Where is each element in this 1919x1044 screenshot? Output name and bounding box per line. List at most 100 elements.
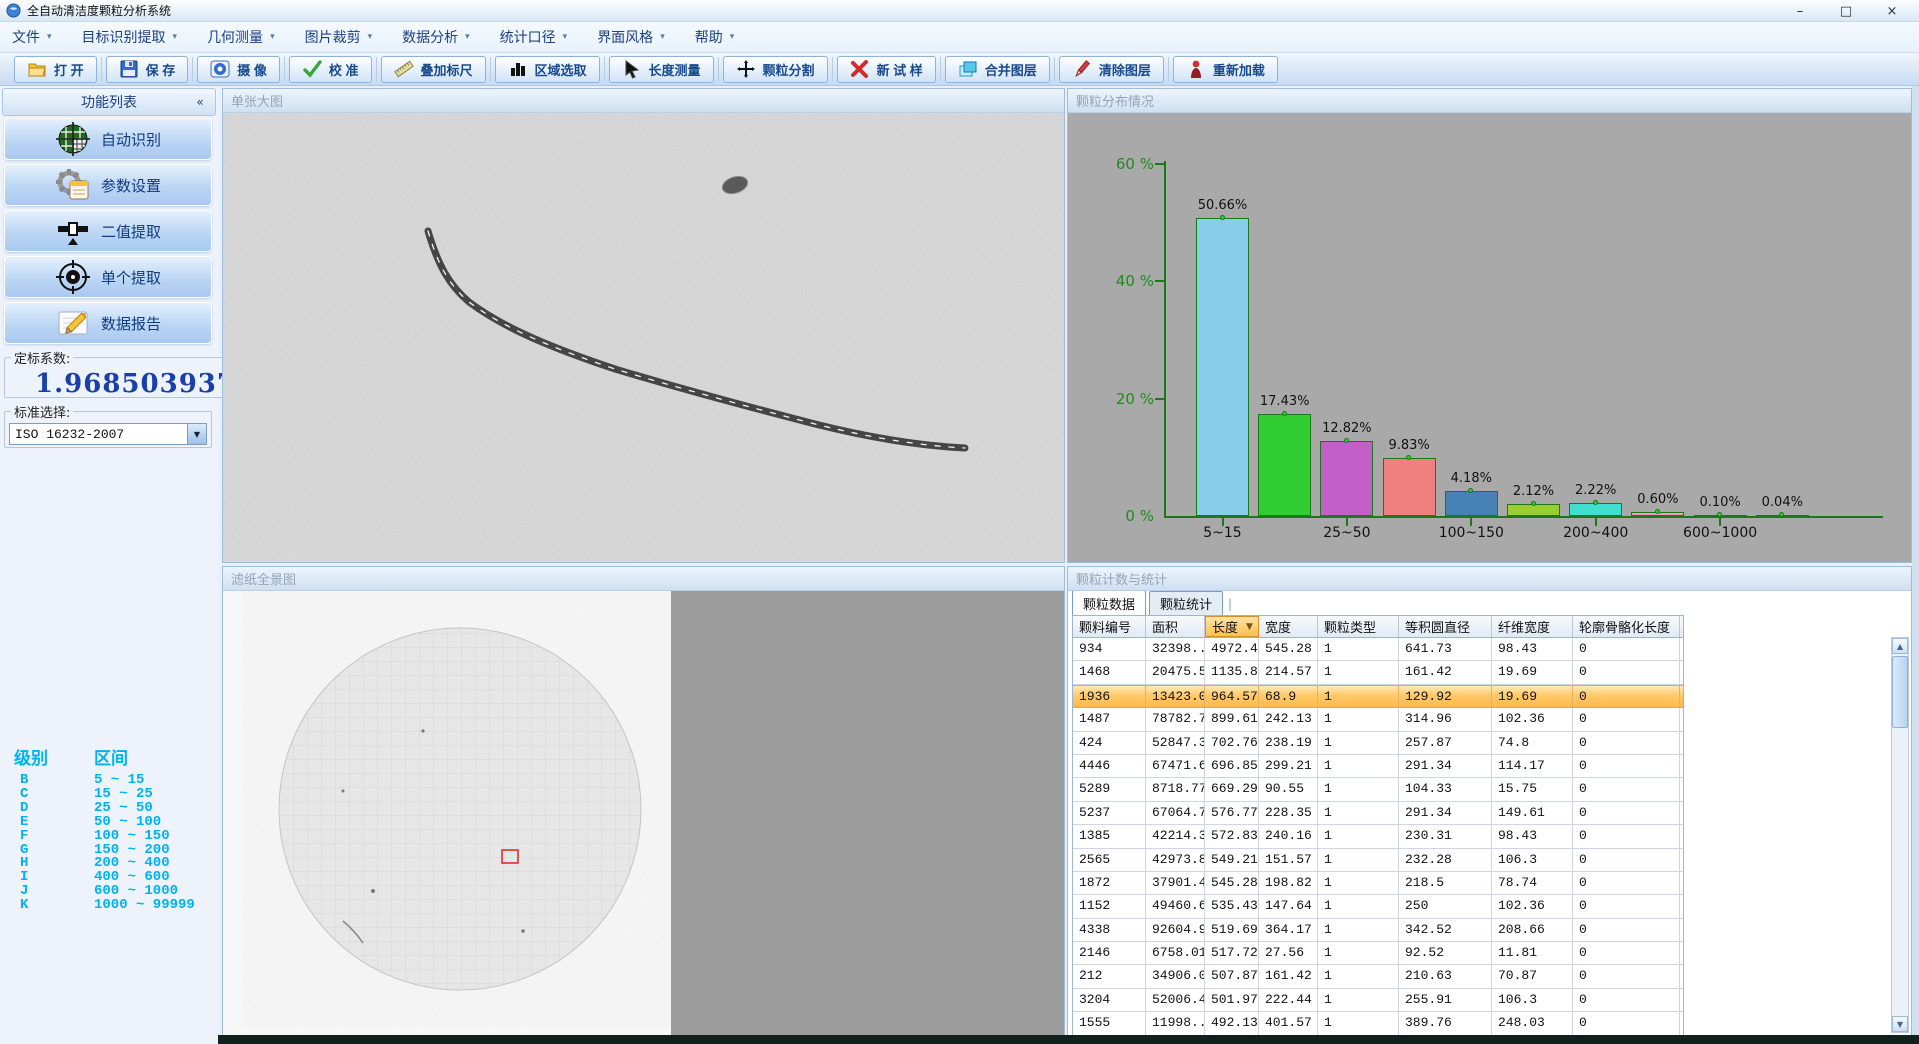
column-header-4[interactable]: 宽度	[1259, 616, 1318, 637]
sidebar-item-label: 参数设置	[101, 175, 161, 196]
sidebar-item-data-report[interactable]: 数据报告	[4, 302, 212, 344]
column-header-7[interactable]: 纤维宽度	[1492, 616, 1573, 637]
tool-button-label: 打 开	[54, 60, 84, 79]
toolbar-separator	[284, 57, 285, 81]
column-header-5[interactable]: 颗粒类型	[1318, 616, 1399, 637]
table-cell: 257.87	[1399, 732, 1492, 754]
bottom-edge-bar	[218, 1035, 1919, 1044]
table-cell: 1	[1318, 849, 1399, 871]
table-row[interactable]: 433892604.94519.69364.171342.52208.660	[1073, 919, 1683, 942]
table-row[interactable]: 155511998...492.13401.571389.76248.030	[1073, 1012, 1683, 1035]
table-row[interactable]: 138542214.33572.83240.161230.3198.430	[1073, 825, 1683, 848]
table-row[interactable]: 187237901.45545.28198.821218.578.740	[1073, 872, 1683, 895]
save-button[interactable]: 保 存	[106, 56, 189, 83]
standard-select[interactable]: ISO 16232-2007 ▼	[9, 423, 207, 445]
column-header-label: 等积圆直径	[1405, 617, 1470, 636]
table-cell: 299.21	[1259, 755, 1318, 777]
stats-tabs: 颗粒数据颗粒统计|	[1072, 593, 1232, 615]
column-header-6[interactable]: 等积圆直径	[1399, 616, 1492, 637]
y-tick-mark	[1155, 163, 1164, 165]
x-tick-label: 200~400	[1541, 525, 1651, 541]
menu-item-target-extract[interactable]: 目标识别提取▾	[82, 27, 178, 47]
table-cell: 27.56	[1259, 942, 1318, 964]
close-button[interactable]: ×	[1869, 0, 1915, 22]
column-header-8[interactable]: 轮廓骨骼化长度	[1573, 616, 1680, 637]
table-cell: 545.28	[1259, 638, 1318, 660]
table-row[interactable]: 444667471.63696.85299.211291.34114.170	[1073, 755, 1683, 778]
chevron-down-icon: ▾	[270, 32, 275, 42]
scroll-up-button[interactable]: ▲	[1892, 638, 1908, 654]
new-sample-button[interactable]: 新 试 样	[837, 56, 936, 83]
table-row[interactable]: 523767064.76576.77228.351291.34149.610	[1073, 802, 1683, 825]
collapse-sidebar-button[interactable]: «	[191, 93, 209, 111]
minimize-button[interactable]: –	[1777, 0, 1823, 22]
table-cell: 1152	[1073, 895, 1146, 917]
region-select-button[interactable]: 区域选取	[495, 56, 600, 83]
sidebar-item-binary-extract[interactable]: 二值提取	[4, 210, 212, 252]
clear-layers-button[interactable]: 清除图层	[1059, 56, 1164, 83]
table-cell: 4972.44	[1205, 638, 1259, 660]
toolbar-separator	[940, 57, 941, 81]
table-row[interactable]: 93432398...4972.44545.281641.7398.430	[1073, 638, 1683, 661]
bar-value-label: 17.43%	[1243, 394, 1327, 409]
scroll-down-button[interactable]: ▼	[1892, 1016, 1908, 1032]
table-cell: 0	[1573, 661, 1680, 683]
table-row[interactable]: 52898718.77669.2990.551104.3315.750	[1073, 778, 1683, 801]
y-axis	[1164, 161, 1166, 518]
table-cell: 11998...	[1146, 1012, 1205, 1034]
length-measure-button[interactable]: 长度测量	[609, 56, 714, 83]
table-cell: 248.03	[1492, 1012, 1573, 1034]
single-image-view[interactable]	[223, 113, 1064, 562]
table-row[interactable]: 21234906.07507.87161.421210.6370.870	[1073, 965, 1683, 988]
tab-particle-stats[interactable]: 颗粒统计	[1149, 591, 1223, 615]
table-cell: 507.87	[1205, 965, 1259, 987]
table-row[interactable]: 42452847.36702.76238.191257.8774.80	[1073, 732, 1683, 755]
scroll-thumb[interactable]	[1892, 656, 1908, 728]
menu-item-geometry-measure[interactable]: 几何测量▾	[207, 27, 275, 47]
reload-button[interactable]: 重新加载	[1173, 56, 1278, 83]
table-cell: 501.97	[1205, 989, 1259, 1011]
dropdown-arrow-icon[interactable]: ▼	[187, 424, 206, 444]
menu-item-ui-style[interactable]: 界面风格▾	[597, 27, 665, 47]
table-scrollbar[interactable]: ▲ ▼	[1891, 637, 1909, 1033]
table-cell: 535.43	[1205, 895, 1259, 917]
menu-item-statistic-scope[interactable]: 统计口径▾	[500, 27, 568, 47]
column-header-3[interactable]: 长度▼	[1205, 616, 1259, 637]
panorama-view[interactable]	[223, 591, 1064, 1035]
sidebar-item-auto-recognize[interactable]: 自动识别	[4, 118, 212, 160]
menu-item-data-analysis[interactable]: 数据分析▾	[402, 27, 470, 47]
overlay-ruler-button[interactable]: 叠加标尺	[381, 56, 486, 83]
table-row[interactable]: 146820475.541135.83214.571161.4219.690	[1073, 661, 1683, 684]
table-cell: 389.76	[1399, 1012, 1492, 1034]
open-button[interactable]: 打 开	[14, 56, 97, 83]
table-row[interactable]: 320452006.48501.97222.441255.91106.30	[1073, 989, 1683, 1012]
table-row[interactable]: 193613423.03964.5768.91129.9219.690	[1073, 685, 1683, 708]
table-row[interactable]: 115249460.6535.43147.641250102.360	[1073, 895, 1683, 918]
column-header-2[interactable]: 面积	[1146, 616, 1205, 637]
menu-item-file[interactable]: 文件▾	[12, 27, 52, 47]
toolbar-separator	[1168, 57, 1169, 81]
menu-item-help[interactable]: 帮助▾	[695, 27, 735, 47]
tab-particle-data[interactable]: 颗粒数据	[1072, 591, 1146, 615]
sidebar-item-single-extract[interactable]: 单个提取	[4, 256, 212, 298]
merge-layers-button[interactable]: 合并图层	[945, 56, 1050, 83]
table-row[interactable]: 256542973.84549.21151.571232.28106.30	[1073, 849, 1683, 872]
table-row[interactable]: 148778782.78899.61242.131314.96102.360	[1073, 708, 1683, 731]
particle-table[interactable]: 颗料编号面积长度▼宽度颗粒类型等积圆直径 纤维宽度轮廓骨骼化长度 93432398.…	[1072, 615, 1684, 1035]
menu-item-image-crop[interactable]: 图片裁剪▾	[305, 27, 373, 47]
column-header-1[interactable]: 颗料编号	[1073, 616, 1146, 637]
bar-value-label: 9.83%	[1367, 438, 1451, 453]
column-header-label: 轮廓骨骼化长度	[1579, 617, 1670, 636]
table-row[interactable]: 21466758.01517.7227.56192.5211.810	[1073, 942, 1683, 965]
panorama-empty-area	[671, 591, 1064, 1035]
camera-button[interactable]: 摄 像	[197, 56, 280, 83]
reload-icon	[1186, 59, 1206, 79]
calibrate-button[interactable]: 校 准	[289, 56, 372, 83]
tool-button-label: 长度测量	[649, 60, 701, 79]
particle-split-button[interactable]: 颗粒分割	[723, 56, 828, 83]
sidebar-item-param-settings[interactable]: 参数设置	[4, 164, 212, 206]
table-cell: 0	[1573, 755, 1680, 777]
bar-value-label: 50.66%	[1181, 198, 1265, 213]
panorama-panel-title: 滤纸全景图	[223, 567, 1064, 591]
maximize-button[interactable]: □	[1823, 0, 1869, 22]
